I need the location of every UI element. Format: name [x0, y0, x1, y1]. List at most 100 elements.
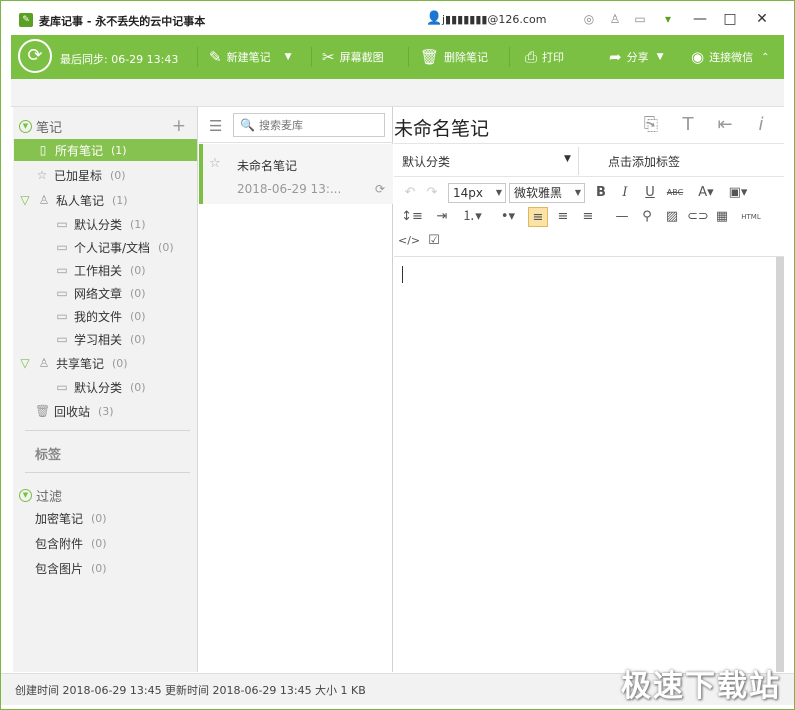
sidebar-item-private-notes[interactable]: ▽ ♙ 私人笔记 (1) — [18, 189, 128, 211]
sidebar-item-starred[interactable]: ☆ 已加星标 (0) — [35, 164, 126, 186]
people-icon: ♙ — [38, 356, 50, 370]
bullet-list-icon[interactable]: •▾ — [494, 207, 522, 227]
message-icon[interactable]: ▭ — [633, 12, 647, 26]
horizontal-rule-icon[interactable]: — — [612, 207, 632, 227]
sidebar-item-default-category[interactable]: ▭ 默认分类 (1) — [55, 213, 145, 235]
font-color-icon[interactable]: A▾ — [692, 183, 720, 203]
delete-note-button[interactable]: 🗑 删除笔记 — [420, 46, 488, 68]
new-note-button[interactable]: ✎ 新建笔记 ▼ — [209, 46, 292, 68]
pending-icon[interactable]: ▾ — [661, 12, 675, 26]
info-icon[interactable]: i — [750, 114, 772, 135]
search-box[interactable]: 🔍 — [233, 113, 385, 137]
filter-item-label: 包含附件 — [35, 536, 84, 551]
align-center-icon[interactable]: ≡ — [553, 207, 573, 227]
wechat-button[interactable]: ◉ 连接微信 ⌃ — [691, 46, 769, 68]
filter-item-images[interactable]: 包含图片 (0) — [35, 557, 107, 579]
wechat-icon: ◉ — [691, 48, 705, 66]
image-icon[interactable]: ▨ — [662, 207, 682, 227]
add-icon[interactable]: + — [172, 116, 186, 136]
filter-item-encrypted[interactable]: 加密笔记 (0) — [35, 507, 107, 529]
collapse-toggle-icon[interactable]: ▼ — [19, 488, 32, 502]
undo-icon[interactable]: ↶ — [400, 183, 420, 203]
sidebar-item-label: 我的文件 — [74, 309, 123, 324]
align-right-icon[interactable]: ≡ — [578, 207, 598, 227]
sidebar-item-study[interactable]: ▭ 学习相关 (0) — [55, 328, 145, 350]
add-tag-button[interactable]: 点击添加标签 — [608, 153, 680, 170]
minimize-button[interactable]: — — [691, 10, 709, 28]
sidebar-item-personal-docs[interactable]: ▭ 个人记事/文档 (0) — [55, 236, 173, 258]
note-list-panel: ☰ 🔍 ☆ 未命名笔记 2018-06-29 13:... ⟳ — [199, 107, 393, 672]
tags-header-label: 标签 — [35, 447, 62, 463]
redo-icon[interactable]: ↷ — [422, 183, 442, 203]
sidebar-item-count: (1) — [112, 193, 128, 207]
note-list-item[interactable]: ☆ 未命名笔记 2018-06-29 13:... ⟳ — [199, 144, 393, 204]
tags-section-header[interactable]: 标签 — [35, 442, 61, 464]
collapse-toggle-icon[interactable]: ▼ — [19, 119, 32, 133]
collapse-toggle-icon[interactable]: ▽ — [18, 356, 32, 370]
sidebar-item-trash[interactable]: 🗑 回收站 (3) — [35, 400, 114, 422]
print-button[interactable]: ⎙ 打印 — [525, 46, 564, 68]
text-format-icon[interactable]: T — [677, 114, 699, 135]
app-logo-icon: ✎ — [19, 13, 33, 27]
maximize-button[interactable]: □ — [721, 10, 739, 28]
chevron-down-icon[interactable]: ▼ — [285, 52, 292, 62]
collapse-toggle-icon[interactable]: ▽ — [18, 193, 32, 207]
numbered-list-icon[interactable]: ⒈▾ — [458, 207, 486, 227]
category-select[interactable]: 默认分类 — [402, 153, 450, 170]
note-meta-bar: 默认分类 ▼ 点击添加标签 — [394, 143, 784, 177]
shirt-icon[interactable]: ♙ — [608, 12, 622, 26]
share-button[interactable]: ➦ 分享 ▼ — [609, 46, 664, 68]
star-icon[interactable]: ☆ — [209, 156, 221, 171]
folder-icon: ▭ — [56, 286, 68, 300]
editor-scrollbar[interactable] — [776, 257, 784, 672]
bold-icon[interactable]: B — [591, 183, 611, 203]
sidebar-item-shared-notes[interactable]: ▽ ♙ 共享笔记 (0) — [18, 352, 127, 374]
format-painter-icon[interactable]: ⚲ — [637, 207, 657, 227]
export-icon[interactable]: ⇤ — [714, 114, 736, 135]
highlight-color-icon[interactable]: ▣▾ — [724, 183, 752, 203]
line-spacing-icon[interactable]: ↕≡ — [398, 207, 426, 227]
italic-icon[interactable]: I — [615, 183, 635, 203]
sidebar-item-all-notes[interactable]: ▯ 所有笔记 (1) — [14, 139, 197, 161]
delete-note-label: 删除笔记 — [444, 51, 489, 64]
printer-icon: ⎙ — [525, 48, 538, 66]
collapse-chevron-icon[interactable]: ⌃ — [761, 52, 769, 63]
sidebar-item-web-articles[interactable]: ▭ 网络文章 (0) — [55, 282, 146, 304]
font-family-select[interactable]: 微软雅黑 ▼ — [509, 183, 585, 203]
sidebar-item-my-files[interactable]: ▭ 我的文件 (0) — [55, 305, 145, 327]
user-icon[interactable]: 👤 — [426, 12, 442, 26]
search-input[interactable] — [258, 118, 379, 132]
sync-icon[interactable]: ⟳ — [18, 39, 52, 73]
skin-icon[interactable]: ◎ — [582, 12, 596, 26]
notes-section-header[interactable]: ▼ 笔记 + — [13, 115, 196, 137]
chevron-down-icon: ▼ — [495, 188, 502, 197]
star-icon: ☆ — [36, 168, 48, 182]
chevron-down-icon[interactable]: ▼ — [657, 52, 664, 62]
code-icon[interactable]: </> — [398, 231, 420, 251]
align-left-icon[interactable]: ≡ — [528, 207, 548, 227]
sidebar-item-count: (0) — [130, 286, 146, 300]
html-icon[interactable]: HTML — [738, 207, 764, 227]
close-button[interactable]: ✕ — [753, 10, 771, 28]
note-title[interactable]: 未命名笔记 — [394, 114, 489, 141]
filter-item-attachments[interactable]: 包含附件 (0) — [35, 532, 107, 554]
sidebar-item-label: 已加星标 — [54, 168, 103, 183]
table-icon[interactable]: ▦ — [712, 207, 732, 227]
note-content-area[interactable] — [394, 257, 776, 672]
link-icon[interactable]: ⊂⊃ — [687, 207, 709, 227]
sidebar-item-label: 工作相关 — [74, 263, 123, 278]
list-view-icon[interactable]: ☰ — [209, 117, 222, 135]
font-size-select[interactable]: 14px ▼ — [448, 183, 506, 203]
attachment-icon[interactable]: ⎘ — [640, 114, 662, 135]
strikethrough-icon[interactable]: ABC — [665, 183, 685, 203]
indent-icon[interactable]: ⇥ — [432, 207, 452, 227]
filter-section-header[interactable]: ▼ 过滤 — [13, 484, 62, 506]
user-account[interactable]: j▮▮▮▮▮▮▮@126.com — [442, 13, 546, 26]
sidebar-item-work[interactable]: ▭ 工作相关 (0) — [55, 259, 145, 281]
sidebar-item-label: 个人记事/文档 — [74, 240, 151, 255]
chevron-down-icon[interactable]: ▼ — [564, 154, 571, 164]
sidebar-item-shared-default[interactable]: ▭ 默认分类 (0) — [55, 376, 145, 398]
checkbox-icon[interactable]: ☑ — [424, 231, 444, 251]
screenshot-button[interactable]: ✂ 屏幕截图 — [322, 46, 384, 68]
underline-icon[interactable]: U — [640, 183, 660, 203]
